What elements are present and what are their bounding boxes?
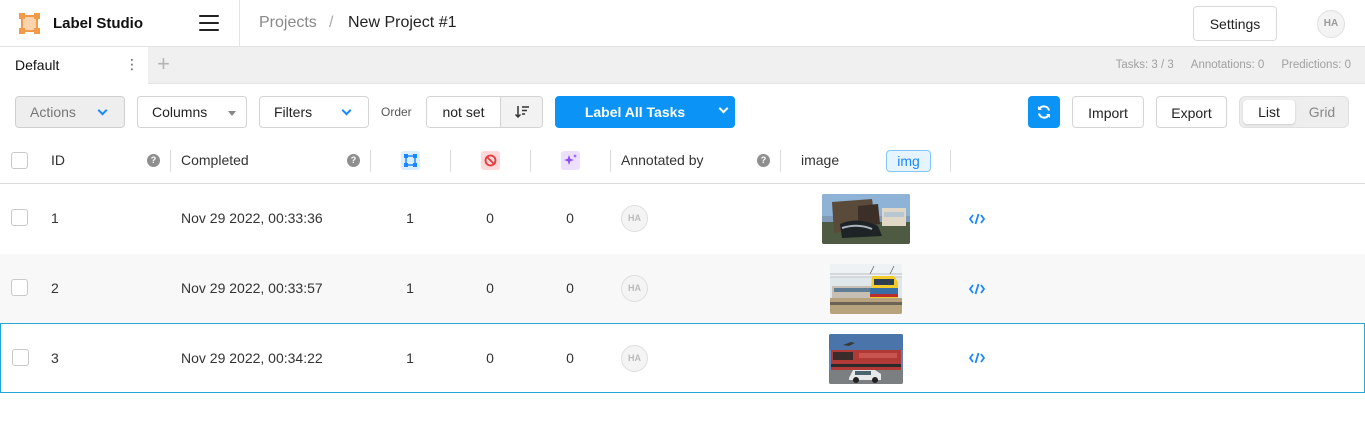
export-label: Export: [1171, 105, 1212, 121]
view-tab-bar: Default ⋮ + Tasks: 3 / 3 Annotations: 0 Pr…: [0, 47, 1365, 84]
annotator-avatar: HA: [621, 275, 648, 302]
actions-label: Actions: [30, 104, 76, 120]
column-divider[interactable]: [780, 150, 781, 172]
help-icon[interactable]: ?: [147, 154, 160, 167]
image-type-tag: img: [886, 150, 931, 172]
add-tab-icon[interactable]: +: [157, 52, 170, 76]
cell-annotations-count: 1: [406, 280, 414, 296]
row-checkbox[interactable]: [12, 349, 29, 366]
filters-dropdown[interactable]: Filters: [259, 96, 369, 128]
view-grid-option[interactable]: Grid: [1297, 100, 1347, 124]
order-select[interactable]: not set: [427, 97, 500, 127]
logo-icon[interactable]: [19, 13, 40, 34]
cell-id: 3: [51, 350, 59, 366]
code-view-icon[interactable]: [969, 351, 985, 365]
sort-direction-icon: [514, 106, 529, 119]
row-checkbox[interactable]: [11, 279, 28, 296]
annotator-avatar: HA: [621, 345, 648, 372]
cell-id: 2: [51, 280, 59, 296]
column-divider[interactable]: [950, 150, 951, 172]
breadcrumb-separator: /: [329, 14, 334, 31]
column-header-completed[interactable]: Completed: [181, 152, 249, 168]
row-checkbox[interactable]: [11, 209, 28, 226]
cancelled-count-icon[interactable]: [481, 151, 500, 170]
chevron-down-icon[interactable]: [718, 103, 729, 114]
sort-direction-button[interactable]: [500, 97, 542, 127]
user-avatar[interactable]: HA: [1317, 10, 1345, 38]
cell-cancelled-count: 0: [486, 350, 494, 366]
column-divider[interactable]: [450, 150, 451, 172]
cell-predictions-count: 0: [566, 350, 574, 366]
app-name: Label Studio: [53, 15, 143, 32]
cell-annotations-count: 1: [406, 210, 414, 226]
task-image-thumbnail[interactable]: [822, 194, 910, 244]
import-label: Import: [1088, 105, 1128, 121]
tab-default[interactable]: Default ⋮: [0, 47, 148, 84]
label-all-tasks-button[interactable]: Label All Tasks: [555, 96, 735, 128]
help-icon[interactable]: ?: [757, 154, 770, 167]
cell-completed: Nov 29 2022, 00:33:57: [181, 280, 323, 296]
column-divider[interactable]: [370, 150, 371, 172]
column-header-id[interactable]: ID: [51, 152, 65, 168]
settings-button[interactable]: Settings: [1193, 6, 1277, 41]
table-row[interactable]: 1 Nov 29 2022, 00:33:36 1 0 0 HA: [0, 184, 1365, 254]
caret-down-icon: [228, 111, 236, 116]
breadcrumb-projects[interactable]: Projects: [259, 14, 317, 32]
tab-more-icon[interactable]: ⋮: [125, 55, 139, 73]
filters-label: Filters: [274, 104, 313, 120]
column-divider[interactable]: [530, 150, 531, 172]
help-icon[interactable]: ?: [347, 154, 360, 167]
annotations-count-icon[interactable]: [401, 151, 420, 170]
breadcrumb-current-project: New Project #1: [348, 14, 457, 31]
export-button[interactable]: Export: [1156, 96, 1227, 128]
cell-id: 1: [51, 210, 59, 226]
stats-tasks: Tasks: 3 / 3: [1115, 59, 1174, 71]
stats-annotations: Annotations: 0: [1190, 59, 1265, 71]
cell-predictions-count: 0: [566, 280, 574, 296]
table-row[interactable]: 3 Nov 29 2022, 00:34:22 1 0 0 HA: [0, 323, 1365, 393]
top-header: Label Studio Projects / New Project #1 S…: [0, 0, 1365, 47]
code-view-icon[interactable]: [969, 212, 985, 226]
code-view-icon[interactable]: [969, 282, 985, 296]
chevron-down-icon: [341, 105, 352, 116]
logo-block: Label Studio: [0, 0, 240, 47]
cell-cancelled-count: 0: [486, 210, 494, 226]
view-list-option[interactable]: List: [1243, 100, 1295, 124]
label-all-tasks-label: Label All Tasks: [584, 104, 686, 120]
column-header-annotated-by[interactable]: Annotated by: [621, 152, 704, 168]
cell-completed: Nov 29 2022, 00:33:36: [181, 210, 323, 226]
cell-completed: Nov 29 2022, 00:34:22: [181, 350, 323, 366]
refresh-icon: [1038, 105, 1050, 119]
chevron-down-icon: [97, 105, 108, 116]
actions-dropdown[interactable]: Actions: [15, 96, 125, 128]
stats-predictions: Predictions: 0: [1281, 59, 1351, 71]
menu-hamburger-icon[interactable]: [199, 15, 219, 32]
column-header-image[interactable]: image: [801, 152, 839, 168]
tab-label: Default: [15, 57, 60, 73]
table-header: ID ? Completed ? Annotated by ? image im…: [0, 138, 1365, 184]
order-label: Order: [381, 105, 412, 119]
annotator-avatar: HA: [621, 205, 648, 232]
view-toggle: List Grid: [1239, 96, 1349, 128]
cell-annotations-count: 1: [406, 350, 414, 366]
task-image-thumbnail[interactable]: [830, 264, 902, 314]
cell-predictions-count: 0: [566, 210, 574, 226]
columns-dropdown[interactable]: Columns: [137, 96, 247, 128]
predictions-count-icon[interactable]: [561, 151, 580, 170]
column-divider[interactable]: [610, 150, 611, 172]
table-row[interactable]: 2 Nov 29 2022, 00:33:57 1 0 0 HA: [0, 254, 1365, 324]
select-all-checkbox[interactable]: [11, 152, 28, 169]
cell-cancelled-count: 0: [486, 280, 494, 296]
task-image-thumbnail[interactable]: [829, 334, 903, 384]
refresh-button[interactable]: [1028, 96, 1060, 128]
column-divider[interactable]: [170, 150, 171, 172]
task-stats: Tasks: 3 / 3 Annotations: 0 Predictions: 0: [1099, 59, 1351, 71]
columns-label: Columns: [152, 104, 208, 120]
import-button[interactable]: Import: [1072, 96, 1144, 128]
order-control: not set: [426, 96, 543, 128]
